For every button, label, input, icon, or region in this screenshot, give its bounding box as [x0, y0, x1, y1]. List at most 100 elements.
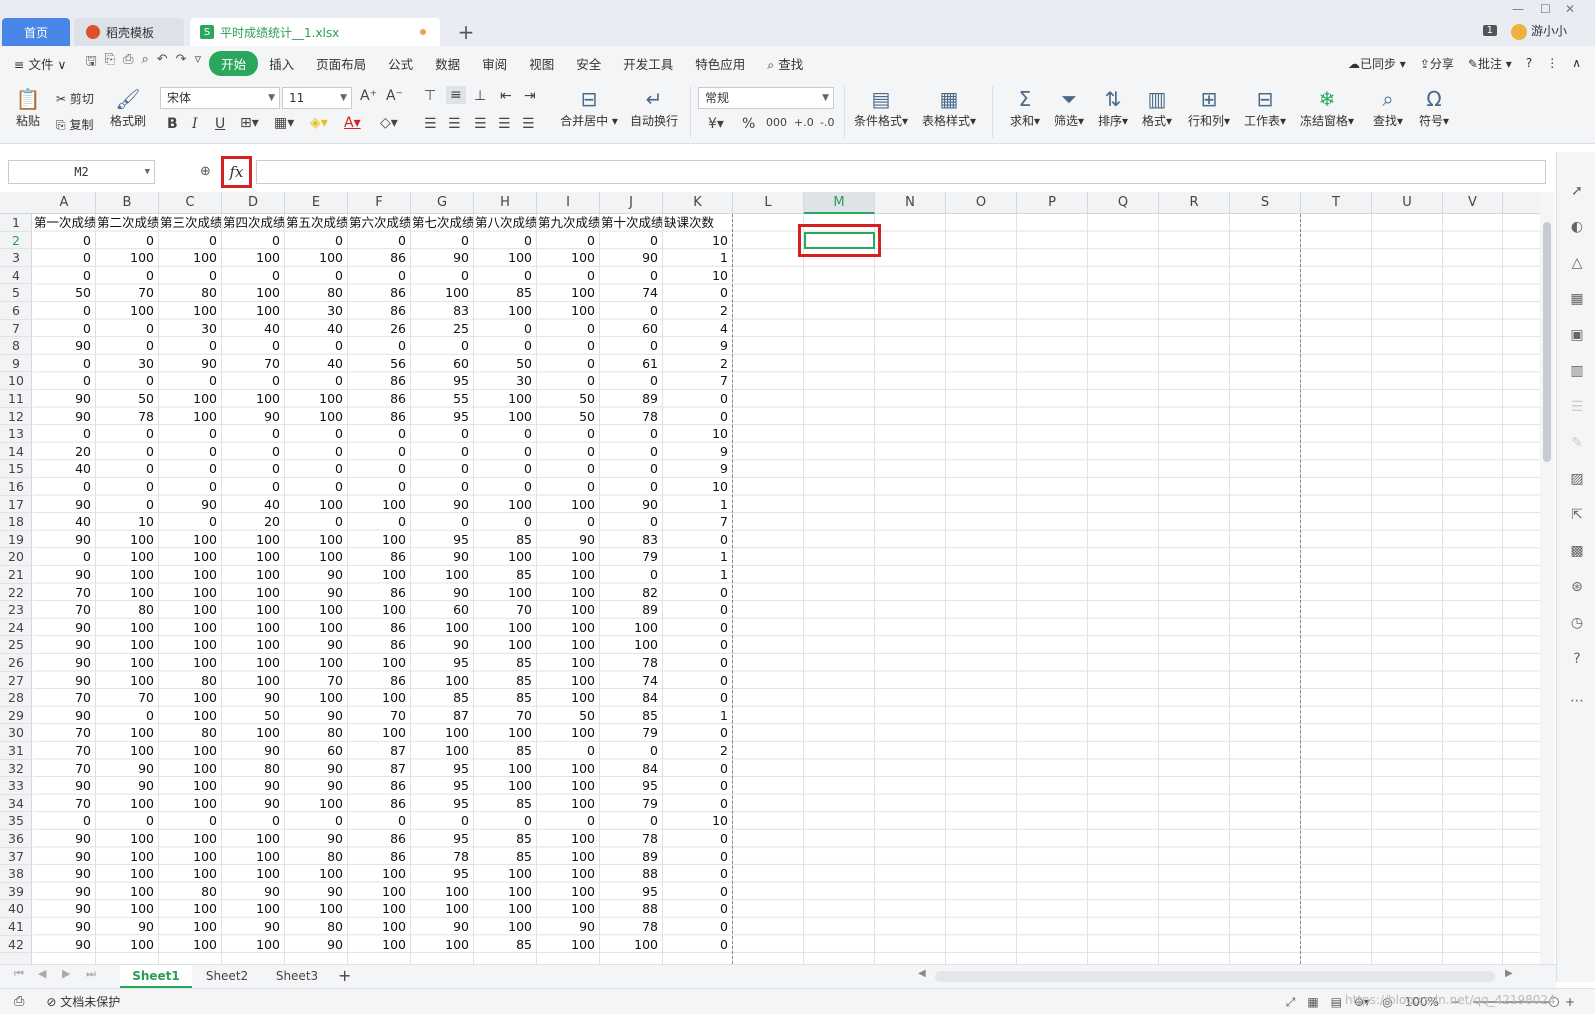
prev-sheet-icon[interactable]: ◀: [38, 967, 46, 980]
column-header-i[interactable]: I: [537, 192, 600, 214]
data-cell[interactable]: 100: [411, 566, 474, 584]
data-cell[interactable]: 0: [663, 794, 733, 813]
column-header-c[interactable]: C: [159, 192, 222, 214]
data-cell[interactable]: 60: [411, 601, 474, 619]
clear-format-icon[interactable]: ◇▾: [380, 115, 398, 131]
data-cell[interactable]: 60: [600, 319, 663, 338]
decrease-decimal-icon[interactable]: -.0: [820, 116, 834, 129]
data-cell[interactable]: 100: [222, 302, 285, 320]
data-cell[interactable]: 80: [96, 601, 159, 619]
column-header-m[interactable]: M: [804, 192, 875, 214]
data-cell[interactable]: 0: [663, 390, 733, 408]
data-cell[interactable]: 70: [33, 794, 96, 813]
data-cell[interactable]: 50: [96, 390, 159, 408]
data-cell[interactable]: 85: [474, 935, 537, 954]
table-style-button[interactable]: ▦ 表格样式▾: [918, 86, 980, 129]
data-cell[interactable]: 100: [474, 865, 537, 883]
data-cell[interactable]: 0: [663, 284, 733, 302]
data-cell[interactable]: 0: [663, 654, 733, 672]
data-cell[interactable]: 0: [600, 742, 663, 760]
sync-status[interactable]: ☁已同步 ▾: [1348, 55, 1406, 72]
data-cell[interactable]: 0: [222, 442, 285, 461]
data-cell[interactable]: 90: [33, 830, 96, 848]
data-cell[interactable]: 85: [474, 530, 537, 549]
data-cell[interactable]: 0: [159, 337, 222, 355]
data-cell[interactable]: 80: [285, 724, 348, 742]
row-header[interactable]: 20: [0, 548, 32, 566]
data-cell[interactable]: 95: [411, 407, 474, 426]
data-cell[interactable]: 100: [285, 689, 348, 707]
data-cell[interactable]: 87: [348, 742, 411, 760]
column-title-cell[interactable]: 第二次成绩: [96, 214, 159, 232]
data-cell[interactable]: 100: [600, 935, 663, 954]
data-cell[interactable]: 0: [537, 231, 600, 250]
percent-icon[interactable]: %: [742, 116, 755, 132]
align-center-icon[interactable]: ☰: [448, 116, 461, 132]
data-cell[interactable]: 100: [96, 636, 159, 654]
data-cell[interactable]: 0: [222, 266, 285, 285]
horizontal-scrollbar[interactable]: [935, 971, 1495, 982]
column-title-cell[interactable]: 第三次成绩: [159, 214, 222, 232]
data-cell[interactable]: 90: [411, 636, 474, 654]
data-cell[interactable]: 61: [600, 354, 663, 373]
data-cell[interactable]: 0: [159, 442, 222, 461]
data-cell[interactable]: 0: [96, 372, 159, 390]
data-cell[interactable]: 79: [600, 724, 663, 742]
data-cell[interactable]: 40: [33, 513, 96, 531]
data-cell[interactable]: 87: [411, 706, 474, 725]
column-title-cell[interactable]: 第四次成绩: [222, 214, 285, 232]
sheet-tab-sheet2[interactable]: Sheet2: [192, 965, 262, 988]
data-cell[interactable]: 88: [600, 900, 663, 918]
data-cell[interactable]: 100: [159, 706, 222, 725]
data-cell[interactable]: 100: [285, 390, 348, 408]
data-cell[interactable]: 100: [474, 583, 537, 602]
more-dots-icon[interactable]: ⋯: [1568, 692, 1586, 710]
data-cell[interactable]: 10: [663, 425, 733, 443]
data-cell[interactable]: 100: [96, 249, 159, 267]
data-cell[interactable]: 100: [222, 671, 285, 690]
data-cell[interactable]: 86: [348, 372, 411, 390]
data-cell[interactable]: 0: [96, 495, 159, 514]
data-cell[interactable]: 90: [33, 654, 96, 672]
data-cell[interactable]: 100: [159, 742, 222, 760]
row-header[interactable]: 32: [0, 760, 32, 778]
data-cell[interactable]: 100: [474, 495, 537, 514]
data-cell[interactable]: 0: [348, 478, 411, 496]
data-cell[interactable]: 0: [222, 337, 285, 355]
data-cell[interactable]: 0: [663, 530, 733, 549]
sheet-tab-sheet1[interactable]: Sheet1: [120, 965, 192, 988]
data-cell[interactable]: 0: [600, 478, 663, 496]
data-cell[interactable]: 9: [663, 442, 733, 461]
data-cell[interactable]: 100: [159, 618, 222, 637]
data-cell[interactable]: 84: [600, 759, 663, 778]
data-cell[interactable]: 100: [537, 900, 600, 918]
data-cell[interactable]: 100: [537, 654, 600, 672]
row-header[interactable]: 13: [0, 425, 32, 443]
font-size-select[interactable]: 11 ▼: [282, 87, 352, 109]
data-cell[interactable]: 100: [474, 548, 537, 566]
data-cell[interactable]: 50: [537, 706, 600, 725]
data-cell[interactable]: 84: [600, 689, 663, 707]
data-cell[interactable]: 100: [411, 284, 474, 302]
row-header[interactable]: 41: [0, 918, 32, 936]
data-cell[interactable]: 100: [96, 865, 159, 883]
data-cell[interactable]: 74: [600, 671, 663, 690]
data-cell[interactable]: 90: [285, 583, 348, 602]
tab-daoke-templates[interactable]: 稻壳模板: [74, 18, 184, 46]
image-gallery-icon[interactable]: ▨: [1568, 470, 1586, 488]
data-cell[interactable]: 100: [474, 882, 537, 901]
column-header-j[interactable]: J: [600, 192, 663, 214]
row-header[interactable]: 1: [0, 214, 32, 232]
chart-icon[interactable]: ▥: [1568, 362, 1586, 380]
row-header[interactable]: 31: [0, 742, 32, 760]
data-cell[interactable]: 100: [600, 636, 663, 654]
data-cell[interactable]: 1: [663, 548, 733, 566]
export-icon[interactable]: ⎘: [105, 52, 115, 74]
data-cell[interactable]: 95: [600, 882, 663, 901]
data-cell[interactable]: 90: [33, 865, 96, 883]
undo-icon[interactable]: ↶: [157, 52, 168, 74]
vertical-scroll-thumb[interactable]: [1543, 222, 1551, 462]
data-cell[interactable]: 85: [474, 742, 537, 760]
tab-current-file[interactable]: S 平时成绩统计__1.xlsx: [190, 18, 440, 46]
question-icon[interactable]: ?: [1568, 650, 1586, 668]
